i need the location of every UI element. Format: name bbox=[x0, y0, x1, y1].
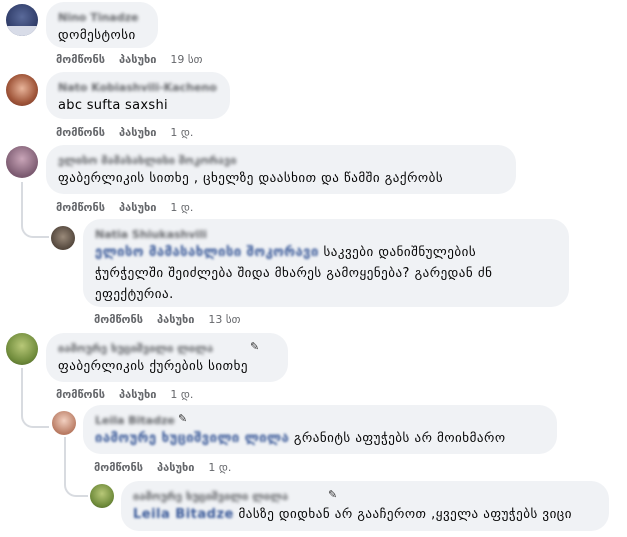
reply-button[interactable]: პასუხი bbox=[119, 126, 156, 139]
like-button[interactable]: მომწონს bbox=[94, 313, 143, 326]
reply-button[interactable]: პასუხი bbox=[119, 53, 156, 66]
comment-bubble: Natia Shiukashvili ელისო მამასახლისი შოკ… bbox=[83, 219, 569, 307]
comment-bubble: Leila Bitadze იამოურე ხუციშვილი ლილა გრა… bbox=[83, 405, 557, 454]
reply-button[interactable]: პასუხი bbox=[119, 201, 156, 214]
comment-author[interactable]: Nato Kobiashvili-Kacheno bbox=[58, 79, 218, 95]
comment-actions: მომწონს პასუხი 1 დ. bbox=[56, 386, 193, 402]
like-button[interactable]: მომწონს bbox=[56, 126, 105, 139]
comment-author[interactable]: Natia Shiukashvili bbox=[95, 226, 557, 242]
comment-text: abc sufta saxshi bbox=[58, 98, 168, 113]
like-button[interactable]: მომწონს bbox=[56, 201, 105, 214]
like-button[interactable]: მომწონს bbox=[56, 388, 105, 401]
comment-timestamp[interactable]: 1 დ. bbox=[170, 126, 193, 139]
author-badge-icon: ✎ bbox=[178, 412, 188, 425]
avatar[interactable] bbox=[6, 74, 38, 106]
comment-bubble: Nino Tinadze დომესტოსი bbox=[46, 2, 158, 48]
thread-connector bbox=[21, 206, 49, 238]
thread-line bbox=[21, 182, 23, 208]
comment-actions: მომწონს პასუხი 1 დ. bbox=[56, 124, 193, 140]
mention-link[interactable]: იამოურე ხუციშვილი ლილა bbox=[95, 431, 289, 446]
comment-timestamp[interactable]: 1 დ. bbox=[208, 461, 231, 474]
comment-text: ელისო მამასახლისი შოკორავი საკვები დანიშ… bbox=[95, 242, 557, 263]
avatar[interactable] bbox=[6, 333, 38, 365]
reply-button[interactable]: პასუხი bbox=[119, 388, 156, 401]
like-button[interactable]: მომწონს bbox=[56, 53, 105, 66]
comment-text: ფაბერლიკის სითხე , ცხელზე დაასხით და წამ… bbox=[58, 171, 444, 186]
comment-text: ფაბერლიკის ქურების სითხე bbox=[58, 359, 248, 374]
comment-author[interactable]: იამოურე ხუციშვილი ლილა bbox=[133, 488, 597, 504]
comment-actions: მომწონს პასუხი 1 დ. bbox=[56, 199, 193, 215]
comment-timestamp[interactable]: 1 დ. bbox=[170, 388, 193, 401]
thread-line bbox=[64, 437, 66, 479]
mention-link[interactable]: ელისო მამასახლისი შოკორავი bbox=[95, 245, 319, 260]
comment-text: დომესტოსი bbox=[58, 28, 136, 43]
comment-author[interactable]: Leila Bitadze bbox=[95, 412, 545, 428]
comment-text-part: მასზე დიდხან არ გააჩეროთ ,ყველა აფუჭებს … bbox=[238, 507, 572, 522]
mention-link[interactable]: Leila Bitadze bbox=[133, 507, 234, 522]
comment-bubble: იამოურე ხუციშვილი ლილა Leila Bitadze მას… bbox=[121, 481, 609, 531]
comment-text-line: ჭურჭელში შეიძლება შიდა მხარეს გამოყენება… bbox=[95, 266, 493, 281]
avatar[interactable] bbox=[6, 4, 38, 36]
comment-timestamp[interactable]: 19 სთ bbox=[170, 53, 202, 66]
like-button[interactable]: მომწონს bbox=[94, 461, 143, 474]
comment-actions: მომწონს პასუხი 19 სთ bbox=[56, 51, 202, 67]
comment-text-part: საკვები დანიშნულების bbox=[323, 245, 477, 260]
comment-actions: მომწონს პასუხი 13 სთ bbox=[94, 311, 240, 327]
reply-button[interactable]: პასუხი bbox=[157, 461, 194, 474]
comment-timestamp[interactable]: 13 სთ bbox=[208, 313, 240, 326]
avatar[interactable] bbox=[51, 226, 75, 250]
comment-author[interactable]: იამოურე ხუციშვილი ლილა bbox=[58, 340, 276, 356]
comment-timestamp[interactable]: 1 დ. bbox=[170, 201, 193, 214]
author-badge-icon: ✎ bbox=[250, 340, 260, 353]
author-badge-icon: ✎ bbox=[328, 488, 338, 501]
comment-author[interactable]: ელისო მამასახლისი შოკორავი bbox=[58, 152, 504, 168]
comment-actions: მომწონს პასუხი 1 დ. bbox=[94, 459, 231, 475]
comment-text: Leila Bitadze მასზე დიდხან არ გააჩეროთ ,… bbox=[133, 504, 597, 525]
comment-text-line: ეფექტურია. bbox=[95, 287, 174, 302]
thread-connector bbox=[21, 408, 49, 428]
avatar[interactable] bbox=[52, 411, 76, 435]
comment-text-part: გრანიტს აფუჭებს არ მოიხმარო bbox=[293, 431, 506, 446]
reply-button[interactable]: პასუხი bbox=[157, 313, 194, 326]
comment-bubble: Nato Kobiashvili-Kacheno abc sufta saxsh… bbox=[46, 72, 230, 119]
thread-line bbox=[21, 368, 23, 410]
avatar[interactable] bbox=[90, 484, 114, 508]
comment-text: იამოურე ხუციშვილი ლილა გრანიტს აფუჭებს ა… bbox=[95, 428, 545, 449]
comment-bubble: ელისო მამასახლისი შოკორავი ფაბერლიკის სი… bbox=[46, 145, 516, 194]
thread-connector bbox=[64, 477, 88, 497]
avatar[interactable] bbox=[6, 146, 38, 178]
comment-author[interactable]: Nino Tinadze bbox=[58, 9, 146, 25]
